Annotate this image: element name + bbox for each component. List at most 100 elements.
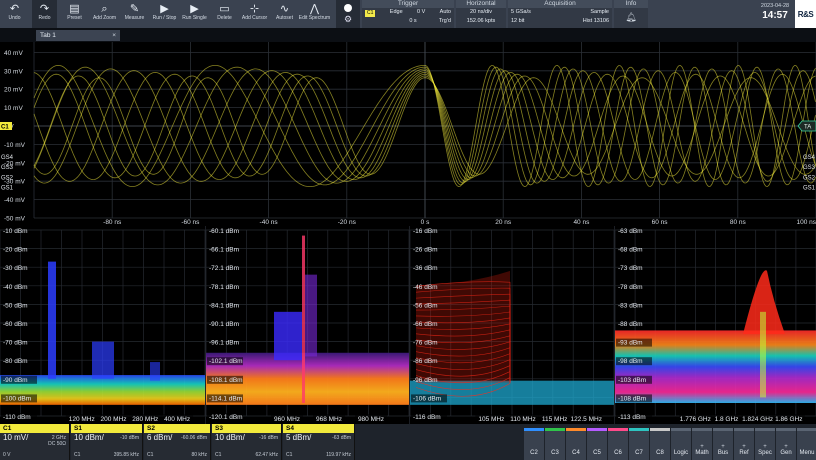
channel-rbw: 395.85 kHz [113,452,139,458]
left-ground-marker: GS4 [1,155,14,161]
channel-offset: -60.06 dBm [181,435,207,441]
add-cursor-button[interactable]: ⊹ Add Cursor [242,0,267,28]
button-color-strip [734,428,754,431]
channel-source: C1 [74,452,81,458]
acquisition-hist: Hist 13106 [582,18,609,24]
spectrum-y-tick-label: -96.1 dBm [209,340,239,347]
delete-button[interactable]: ▭ Delete [212,0,237,28]
sidebar-button-c6[interactable]: C6 [608,428,628,460]
spectrum-x-tick-label: 115 MHz [542,416,568,423]
spectrum-y-tick-label: -10 dBm [3,228,28,235]
channel-source: C1 [215,452,222,458]
sidebar-button-bus[interactable]: + Bus [713,428,733,460]
spectrum-y-tick-label: -26 dBm [413,247,438,254]
sidebar-button-label: Spec [758,450,772,456]
edit-spectrum-button[interactable]: ⋀ Edit Spectrum [299,0,330,28]
sidebar-button-spec[interactable]: + Spec [755,428,775,460]
sidebar-button-c8[interactable]: C8 [650,428,670,460]
trigger-level: 0 V [417,9,426,15]
spectrum-y-tick-label: -36 dBm [413,265,438,272]
right-ground-marker: GS2 [803,175,816,181]
acquisition-panel[interactable]: Acquisition 5 GSa/s Sample 12 bit Hist 1… [508,0,612,28]
channel-source: C1 [147,452,154,458]
trigger-select-button[interactable]: ⚙ [336,0,360,28]
channel-offset: -63 dBm [332,435,351,441]
waveform-canvas[interactable]: 50 mV40 mV30 mV20 mV10 mV0 V-10 mV-20 mV… [0,28,816,226]
toolbar-button-label: Preset [67,15,82,21]
spectrum-y-tick-label: -68 dBm [618,247,643,254]
run-single-button[interactable]: ▶ Run Single [182,0,207,28]
rs-logo-text: R&S [797,9,814,19]
measure-button[interactable]: ✎ Measure [122,0,147,28]
redo-button[interactable]: ↷ Redo [32,0,57,28]
spectrum-y-tick-label: -96 dBm [413,377,438,384]
sidebar-button-c4[interactable]: C4 [566,428,586,460]
sidebar-button-label: Math [695,450,709,456]
spectrum-y-tick-label: -30 dBm [3,265,28,272]
spectrum-y-tick-label: -120.1 dBm [209,414,243,421]
trigger-level-marker: TA [797,120,816,132]
button-color-strip [671,428,691,431]
waveform-display[interactable]: 50 mV40 mV30 mV20 mV10 mV0 V-10 mV-20 mV… [0,28,816,226]
sidebar-button-c3[interactable]: C3 [545,428,565,460]
trigger-header: Trigger [362,0,454,8]
toolbar: ↶ Undo ↷ Redo ▤ Preset ⌕ Add Zoom ✎ Measure ▶ Run /… [0,0,816,28]
sidebar-button-c5[interactable]: C5 [587,428,607,460]
channel-coupling: DC 50Ω [48,441,66,447]
sidebar-button-menu[interactable]: Menu [797,428,816,460]
channel-s3-tile[interactable]: S3 10 dBm/-16 dBm C1 62.47 kHz [212,424,282,460]
sidebar-button-logic[interactable]: Logic [671,428,691,460]
undo-button[interactable]: ↶ Undo [2,0,27,28]
x-axis-tick-label: -40 ns [260,219,279,226]
sidebar-button-c2[interactable]: C2 [524,428,544,460]
button-color-strip [566,428,586,431]
sidebar-button-gen[interactable]: + Gen [776,428,796,460]
tab-bar: Tab 1 × [0,28,816,42]
sidebar-button-label: Bus [717,450,729,456]
channel-source: 0 V [3,452,11,458]
close-icon[interactable]: × [112,30,116,41]
sidebar-button-ref[interactable]: + Ref [734,428,754,460]
channel-marker-c1-label: C1 [1,125,9,131]
trigger-type: Edge [389,9,403,15]
bell-icon: 🔔︎ [625,12,637,22]
channel-s2-tile[interactable]: S2 6 dBm/-60.06 dBm C1 80 kHz [144,424,211,460]
info-panel[interactable]: Info 🔔︎ [614,0,648,28]
toolbar-button-label: Delete [217,15,232,21]
spectrum-x-tick-label: 980 MHz [358,416,384,423]
spectrum-x-tick-label: 968 MHz [316,416,342,423]
trigger-panel[interactable]: Trigger C1 Edge 0 V Auto 0 s Trg'd [362,0,454,28]
channel-rbw: 119.97 kHz [326,452,351,458]
spectrum-x-tick-label: 122.5 MHz [571,416,602,423]
spectrum-y-tick-label: -98 dBm [618,358,643,365]
horizontal-length: 152.06 kpts [466,18,496,24]
y-axis-tick-label: -10 mV [4,142,26,149]
sidebar-button-label: C6 [614,450,622,456]
spectrum-x-tick-label: 960 MHz [274,416,300,423]
spectrum-y-tick-label: -60.1 dBm [209,228,239,235]
horizontal-panel[interactable]: Horizontal 20 ns/div 152.06 kpts [456,0,506,28]
spectrum-x-tick-label: 400 MHz [164,416,190,423]
add-zoom-button[interactable]: ⌕ Add Zoom [92,0,117,28]
spectrum-y-tick-label: -106 dBm [413,395,441,402]
button-color-strip [545,428,565,431]
channel-s4-tile[interactable]: S4 5 dBm/-63 dBm C1 119.97 kHz [283,424,355,460]
tab-1[interactable]: Tab 1 × [36,30,120,41]
sidebar-button-c7[interactable]: C7 [629,428,649,460]
sidebar-button-label: C5 [593,450,601,456]
spectrum-canvas[interactable]: -10 dBm -20 dBm -30 dBm -40 dBm -50 dBm -60 d… [0,226,816,424]
spectrum-y-tick-label: -90.1 dBm [209,321,239,328]
spectrum-pane-1: -10 dBm -20 dBm -30 dBm -40 dBm -50 dBm -60 d… [0,226,206,424]
spectrum-y-tick-label: -110 dBm [3,414,31,421]
run-stop-button[interactable]: ▶ Run / Stop [152,0,177,28]
autoset-button[interactable]: ∿ Autoset [272,0,297,28]
channel-s1-tile[interactable]: S1 10 dBm/-10 dBm C1 395.85 kHz [71,424,143,460]
x-axis-tick-label: -60 ns [181,219,200,226]
spectrum-y-tick-label: -80 dBm [3,358,28,365]
channel-c1-tile[interactable]: C1 10 mV/2 GHz DC 50Ω 0 V [0,424,70,460]
preset-button[interactable]: ▤ Preset [62,0,87,28]
sidebar-button-math[interactable]: + Math [692,428,712,460]
right-ground-marker: GS3 [803,165,816,171]
button-color-strip [713,428,733,431]
channel-name: S2 [144,424,210,433]
